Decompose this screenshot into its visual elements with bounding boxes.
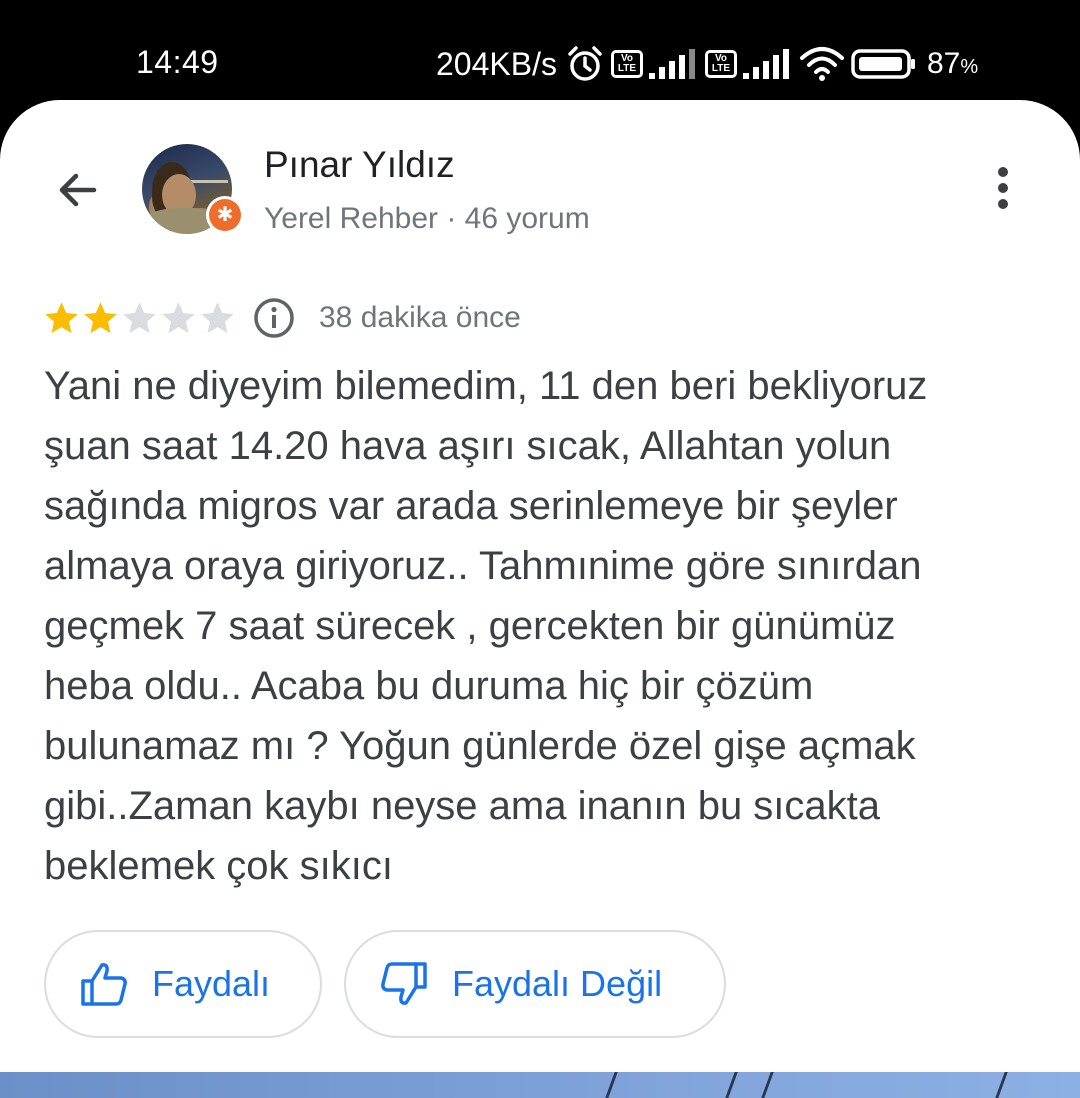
star-empty-icon [162,301,195,333]
status-time: 14:49 [136,44,219,80]
status-icons: 204KB/s Vo LTE Vo LTE 87% [436,42,978,86]
star-filled-icon [45,301,78,333]
alarm-icon [565,44,605,84]
review-sheet: ✱ Pınar Yıldız Yerel Rehber · 46 yorum 3… [0,100,1080,1072]
rating-row: 38 dakika önce [42,292,521,344]
battery-icon [851,48,917,80]
star-empty-icon [201,301,234,333]
not-helpful-button[interactable]: Faydalı Değil [344,930,726,1038]
thumb-up-icon [81,963,127,1006]
arrow-back-icon [59,173,97,207]
reviewer-name[interactable]: Pınar Yıldız [264,144,455,186]
more-options-button[interactable] [980,160,1026,216]
signal-icon [648,49,699,79]
back-button[interactable] [50,162,106,218]
local-guide-badge-icon: ✱ [206,196,244,234]
helpful-button[interactable]: Faydalı [44,930,322,1038]
review-text: Yani ne diyeyim bilemedim, 11 den beri b… [44,364,928,888]
star-filled-icon [84,301,117,333]
signal-icon-2 [742,49,793,79]
battery-percent: 87% [926,47,979,80]
reviewer-meta: Yerel Rehber · 46 yorum [264,202,590,235]
star-rating [42,299,237,338]
volte-icon-2: Vo LTE [704,50,737,78]
status-bar: 14:49 204KB/s Vo LTE Vo LTE 87% [0,0,1080,100]
wifi-icon [799,46,845,82]
photo-preview[interactable] [0,1072,1080,1098]
not-helpful-label: Faydalı Değil [452,963,663,1004]
network-speed: 204KB/s [436,45,557,82]
volte-icon: Vo LTE [610,50,643,78]
review-time: 38 dakika önce [319,301,521,334]
thumb-down-icon [381,962,427,1005]
info-icon[interactable] [253,297,295,339]
more-vert-icon [998,167,1008,209]
star-empty-icon [123,301,156,333]
helpful-label: Faydalı [152,963,271,1004]
